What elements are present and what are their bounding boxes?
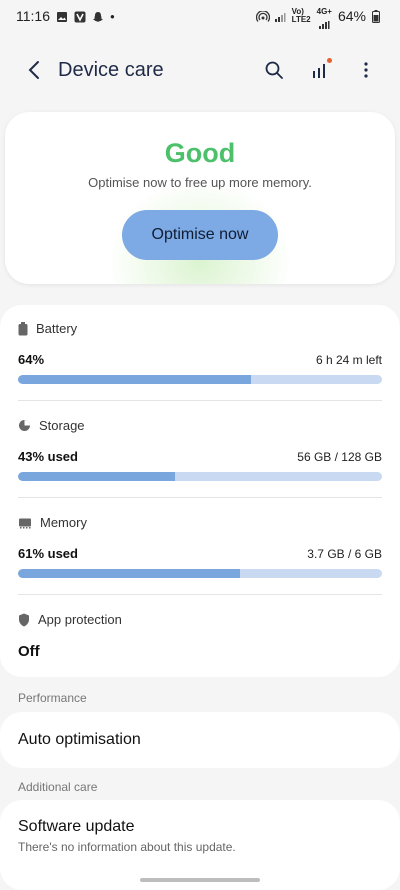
additional-care-heading: Additional care: [18, 780, 97, 794]
signal-icon-1: [274, 10, 286, 22]
storage-label: Storage: [39, 418, 85, 433]
back-button[interactable]: [14, 50, 54, 90]
app-protection-value: Off: [18, 643, 382, 660]
battery-label: Battery: [36, 321, 77, 336]
storage-section[interactable]: Storage 43% used 56 GB / 128 GB: [18, 418, 382, 481]
memory-progress-bar: [18, 569, 382, 578]
diagnostics-button[interactable]: [306, 56, 334, 84]
storage-progress-bar: [18, 472, 382, 481]
battery-progress-bar: [18, 375, 382, 384]
more-vert-icon: [363, 60, 369, 80]
v-app-icon: [74, 10, 86, 22]
hotspot-icon: [256, 10, 268, 22]
search-icon: [264, 60, 284, 80]
network-label: 4G+: [317, 8, 332, 24]
battery-icon: [372, 10, 384, 22]
auto-optimisation-label: Auto optimisation: [18, 731, 141, 749]
status-left: 11:16 ●: [16, 8, 115, 24]
battery-section[interactable]: Battery 64% 6 h 24 m left: [18, 321, 382, 384]
status-card: Good Optimise now to free up more memory…: [5, 112, 395, 284]
memory-value: 61% used: [18, 546, 78, 561]
carrier-bottom: LTE2: [292, 16, 311, 24]
memory-progress-fill: [18, 569, 240, 578]
battery-icon: [18, 322, 28, 336]
battery-percent: 64%: [338, 8, 366, 24]
memory-usage: 3.7 GB / 6 GB: [307, 547, 382, 561]
storage-progress-fill: [18, 472, 175, 481]
notification-dot-icon: ●: [110, 12, 115, 21]
status-time: 11:16: [16, 8, 50, 24]
shield-icon: [18, 613, 30, 627]
device-status: Good: [5, 138, 395, 169]
gallery-icon: [56, 10, 68, 22]
app-bar-actions: [260, 56, 380, 84]
memory-label: Memory: [40, 515, 87, 530]
carrier-label: Vo) LTE2: [292, 8, 311, 24]
search-button[interactable]: [260, 56, 288, 84]
page-title: Device care: [58, 59, 260, 82]
divider: [18, 400, 382, 401]
memory-section[interactable]: Memory 61% used 3.7 GB / 6 GB: [18, 515, 382, 578]
storage-row: 43% used 56 GB / 128 GB: [18, 449, 382, 464]
status-right: Vo) LTE2 4G+ 64%: [256, 8, 384, 24]
storage-header: Storage: [18, 418, 382, 433]
memory-header: Memory: [18, 515, 382, 530]
more-options-button[interactable]: [352, 56, 380, 84]
home-indicator[interactable]: [140, 878, 260, 882]
device-stats-card: Battery 64% 6 h 24 m left Storage 43% us…: [0, 305, 400, 677]
back-arrow-icon: [27, 60, 41, 80]
memory-row: 61% used 3.7 GB / 6 GB: [18, 546, 382, 561]
optimise-now-button[interactable]: Optimise now: [122, 210, 278, 260]
storage-usage: 56 GB / 128 GB: [297, 450, 382, 464]
auto-optimisation-item[interactable]: Auto optimisation: [0, 712, 400, 768]
app-protection-label: App protection: [38, 612, 122, 627]
software-update-item[interactable]: Software update There's no information a…: [0, 800, 400, 890]
network-type: 4G+: [317, 8, 332, 16]
status-subtitle: Optimise now to free up more memory.: [5, 175, 395, 190]
signal-icon-2: [318, 16, 330, 24]
snapchat-icon: [92, 10, 104, 22]
battery-time-left: 6 h 24 m left: [316, 353, 382, 367]
status-bar: 11:16 ● Vo) LTE2 4G+ 64%: [0, 0, 400, 32]
battery-progress-fill: [18, 375, 251, 384]
divider: [18, 594, 382, 595]
storage-pie-icon: [18, 419, 31, 432]
divider: [18, 497, 382, 498]
notification-badge: [327, 58, 332, 63]
battery-row: 64% 6 h 24 m left: [18, 352, 382, 367]
performance-heading: Performance: [18, 691, 87, 705]
bar-chart-icon: [310, 60, 330, 80]
memory-chip-icon: [18, 517, 32, 529]
battery-value: 64%: [18, 352, 44, 367]
app-bar: Device care: [0, 44, 400, 96]
app-protection-section[interactable]: App protection Off: [18, 612, 382, 660]
battery-header: Battery: [18, 321, 382, 336]
storage-value: 43% used: [18, 449, 78, 464]
software-update-subtitle: There's no information about this update…: [18, 840, 382, 854]
app-protection-header: App protection: [18, 612, 382, 627]
software-update-title: Software update: [18, 818, 382, 836]
